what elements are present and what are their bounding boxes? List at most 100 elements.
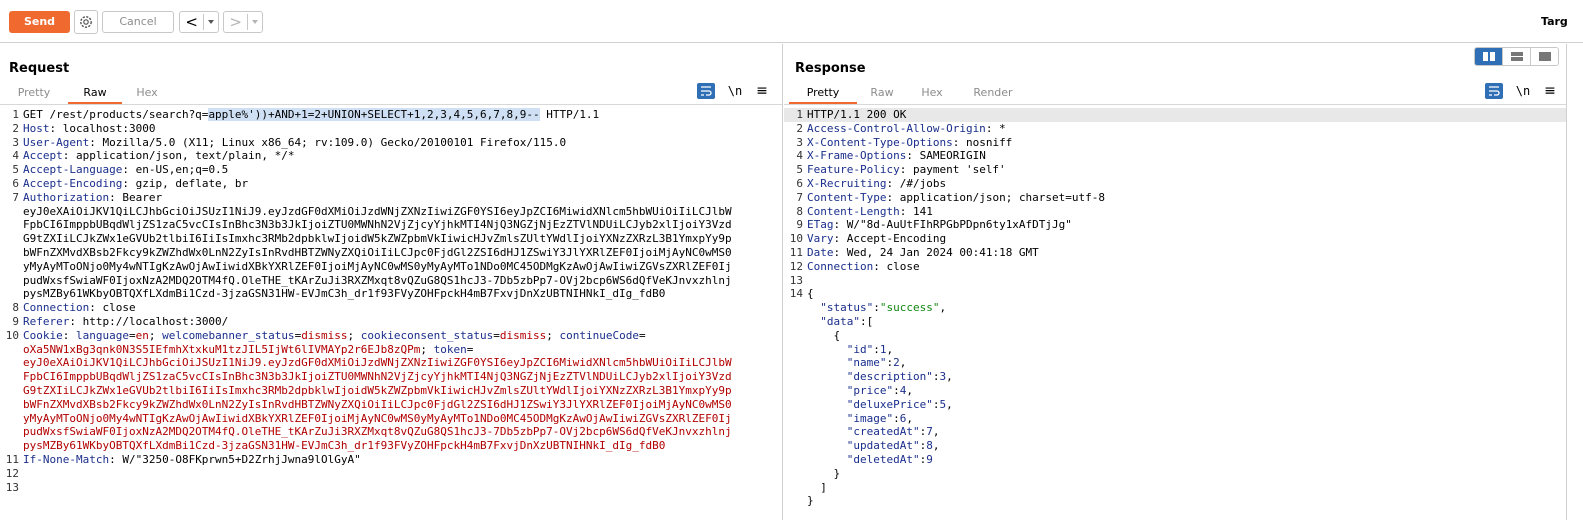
code-line: 13 [0,481,782,495]
code-line: 12 Connection: close [784,260,1566,274]
header-value: Bearer [115,190,163,204]
dropdown-arrow-icon [208,20,215,24]
target-label[interactable]: Targ [1541,15,1568,28]
cookie-name: token [426,342,467,356]
line-number: 10 [789,232,803,246]
layout-stacked-button[interactable] [1502,48,1530,65]
word-wrap-toggle[interactable] [1485,83,1503,99]
header-name: Accept [23,149,63,163]
line-number: 3 [796,135,803,149]
json-number: 9 [926,452,933,466]
auth-token-line: G9tZXIiLCJkZWx1eGVUb2tlbiI6IiIsImxhc3RMb… [23,232,732,246]
json-key: "price" [846,383,894,397]
code-line: 3 User-Agent: Mozilla/5.0 (X11; Linux x86… [0,136,782,150]
send-button[interactable]: Send [9,11,70,33]
request-panel: Request Pretty Raw Hex \n ≡ 1 GET /rest/p… [0,44,783,520]
rows-icon [1510,52,1523,61]
response-title: Response [795,61,866,76]
request-editor[interactable]: 1 GET /rest/products/search?q=apple%'))+A… [0,108,782,494]
code-line: 5 Feature-Policy: payment 'self' [784,163,1566,177]
code-line: 8 Content-Length: 141 [784,205,1566,219]
code-line: 2 Host: localhost:3000 [0,122,782,136]
show-newlines-toggle[interactable]: \n [726,83,744,99]
line-number: 5 [12,163,19,177]
back-history-dropdown[interactable] [203,14,218,30]
line-number: 2 [796,121,803,135]
line-number: 1 [12,108,19,121]
cancel-button[interactable]: Cancel [102,11,174,33]
json-string: "success" [879,301,940,315]
json-number: 2 [893,356,900,370]
tab-pretty[interactable]: Pretty [5,82,63,104]
layout-tabs-button[interactable] [1530,48,1558,65]
tab-pretty[interactable]: Pretty [789,82,857,104]
code-line: 6 Accept-Encoding: gzip, deflate, br [0,177,782,191]
settings-button[interactable] [74,10,98,34]
code-line: 9 ETag: W/"8d-AuUtFIhRPGbPDpn6ty1xAfDTjJg… [784,218,1566,232]
forward-button[interactable]: > [223,11,263,33]
word-wrap-toggle[interactable] [697,83,715,99]
line-number: 9 [12,314,19,328]
header-value: application/json, text/plain, */* [69,149,295,163]
status-line: HTTP/1.1 200 OK [807,108,907,121]
header-value: nosniff [959,135,1013,149]
request-title: Request [9,61,70,76]
header-name: X-Content-Type-Options [807,135,953,149]
code-line: 12 [0,467,782,481]
tab-render[interactable]: Render [964,82,1022,104]
header-name: Accept-Language [23,163,123,177]
header-value: en-US,en;q=0.5 [128,163,229,177]
code-line: 1 GET /rest/products/search?q=apple%'))+A… [0,108,782,122]
chevron-right-icon: > [229,13,242,31]
code-line: pudWxsfSwiaWF0IjoxNzA2MDQ2OTM4fQ.OleTHE_… [0,274,782,288]
response-panel: Response Pretty Raw Hex Render \n ≡ 1 HTT… [784,44,1567,520]
code-line: 2 Access-Control-Allow-Origin: * [784,122,1566,136]
code-line: 10 Vary: Accept-Encoding [784,232,1566,246]
code-line: "updatedAt":8, [846,439,940,453]
header-value: 141 [906,204,933,218]
json-key: "id" [846,342,874,356]
tab-raw[interactable]: Raw [68,82,122,104]
json-brace: { [833,328,841,342]
header-name: Connection [23,301,90,315]
header-value: /#/jobs [893,176,947,190]
code-line: 7 Content-Type: application/json; charset… [784,191,1566,205]
menu-icon[interactable]: ≡ [753,83,771,99]
json-key: "updatedAt" [846,439,920,453]
line-number: 4 [12,149,19,163]
tab-hex[interactable]: Hex [124,82,170,104]
chevron-left-icon: < [185,13,198,31]
json-separator: , [886,342,894,356]
header-name: X-Recruiting [807,176,887,190]
request-method-path: GET /rest/products/search?q= [23,108,209,121]
code-line: 13 [784,274,1566,288]
cookie-token-line: yMyAyMToONjo0My4wNTIgKzAwOjAwIiwidXBkYXR… [23,411,732,425]
json-separator: , [946,397,953,411]
layout-side-by-side-button[interactable] [1475,48,1502,65]
cookie-value: en [135,328,149,342]
header-value: W/"3250-O8FKprwn5+D2ZrhjJwna9lOlGyA" [115,452,361,466]
auth-token-line: pudWxsfSwiaWF0IjoxNzA2MDQ2OTM4fQ.OleTHE_… [23,273,732,287]
line-number: 8 [796,204,803,218]
json-separator: , [906,383,913,397]
header-name: Date [807,245,834,259]
code-line: eyJ0eXAiOiJKV1QiLCJhbGciOiJSUzI1NiJ9.eyJ… [0,205,782,219]
line-number: 10 [5,328,19,342]
header-value: close [95,301,136,315]
cookie-name: language [69,328,129,342]
menu-icon[interactable]: ≡ [1541,83,1559,99]
header-name: Feature-Policy [807,163,900,177]
header-value: Wed, 24 Jan 2024 00:41:18 GMT [840,245,1039,259]
tabs-divider [0,104,782,105]
forward-history-dropdown[interactable] [247,14,262,30]
tab-hex[interactable]: Hex [910,82,954,104]
tab-raw[interactable]: Raw [860,82,904,104]
response-editor[interactable]: 1 HTTP/1.1 200 OK 2 Access-Control-Allow-O… [784,108,1566,508]
show-newlines-toggle[interactable]: \n [1514,83,1532,99]
gear-icon [80,16,92,28]
code-line: } [784,467,1566,481]
back-button[interactable]: < [179,11,219,33]
code-line: "image":6, [846,411,913,425]
header-value: payment 'self' [906,163,1006,177]
code-line: "price":4, [846,383,913,397]
